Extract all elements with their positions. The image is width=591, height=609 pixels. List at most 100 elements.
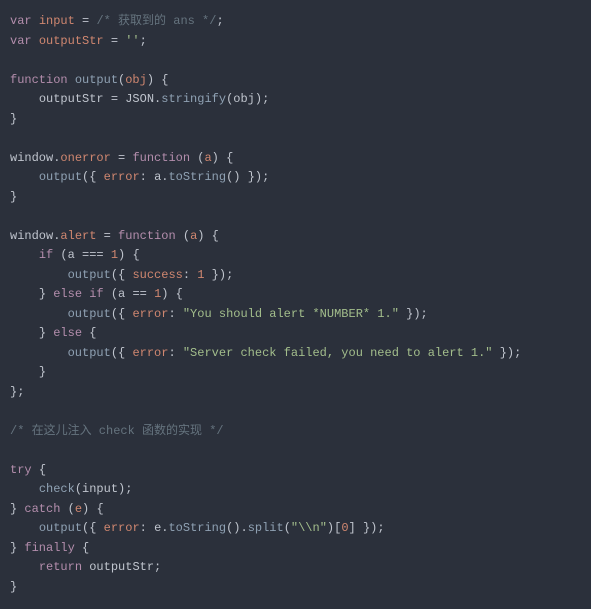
keyword-if: if — [89, 287, 103, 301]
call: check — [39, 482, 75, 496]
semicolon: ; — [514, 346, 521, 360]
code-line: window.alert = function (a) { — [10, 229, 219, 243]
keyword-function: function — [132, 151, 190, 165]
semicolon: ; — [226, 268, 233, 282]
keyword-finally: finally — [24, 541, 74, 555]
code-line: if (a === 1) { — [10, 248, 140, 262]
code-line: } — [10, 190, 17, 204]
colon: : — [140, 170, 147, 184]
param-name: obj — [125, 73, 147, 87]
semicolon: ; — [377, 521, 384, 535]
brace: { — [118, 307, 125, 321]
code-line: } finally { — [10, 541, 89, 555]
identifier: obj — [233, 92, 255, 106]
paren: ) — [255, 92, 262, 106]
number: 0 — [341, 521, 348, 535]
brace: { — [39, 463, 46, 477]
identifier: a — [68, 248, 75, 262]
paren: ( — [111, 268, 118, 282]
variable-name: outputStr — [39, 34, 104, 48]
identifier: outputStr — [89, 560, 154, 574]
object-key: error — [104, 521, 140, 535]
brace: { — [89, 326, 96, 340]
brace: } — [10, 541, 17, 555]
colon: : — [183, 268, 190, 282]
string-literal: "You should alert *NUMBER* 1." — [183, 307, 399, 321]
brace: } — [248, 170, 255, 184]
identifier: input — [82, 482, 118, 496]
property-name: alert — [60, 229, 96, 243]
semicolon: ; — [262, 170, 269, 184]
call: output — [68, 268, 111, 282]
code-line: }; — [10, 385, 24, 399]
paren: ( — [111, 307, 118, 321]
identifier: a — [118, 287, 125, 301]
paren: ( — [284, 521, 291, 535]
brace: { — [132, 248, 139, 262]
paren: ) — [255, 170, 262, 184]
paren: ) — [233, 170, 240, 184]
semicolon: ; — [140, 34, 147, 48]
identifier: window — [10, 229, 53, 243]
brace: { — [89, 170, 96, 184]
brace: } — [39, 287, 46, 301]
code-line: output({ error: a.toString() }); — [10, 170, 269, 184]
property-name: onerror — [60, 151, 110, 165]
string-literal: "\\n" — [291, 521, 327, 535]
paren: ( — [111, 346, 118, 360]
code-line: return outputStr; — [10, 560, 161, 574]
paren: ) — [413, 307, 420, 321]
operator: === — [82, 248, 104, 262]
paren: ( — [60, 248, 67, 262]
code-line: } — [10, 365, 46, 379]
brace: { — [161, 73, 168, 87]
call: output — [39, 170, 82, 184]
paren: ( — [111, 287, 118, 301]
brace: { — [118, 268, 125, 282]
brace: } — [212, 268, 219, 282]
operator: = — [104, 229, 111, 243]
method: toString — [168, 521, 226, 535]
paren: ) — [212, 151, 219, 165]
keyword-if: if — [39, 248, 53, 262]
string-literal: "Server check failed, you need to alert … — [183, 346, 493, 360]
comment: /* 在这儿注入 check 函数的实现 */ — [10, 424, 224, 438]
brace: } — [39, 326, 46, 340]
param-name: e — [75, 502, 82, 516]
brace: } — [10, 112, 17, 126]
paren: ) — [219, 268, 226, 282]
keyword-return: return — [39, 560, 82, 574]
colon: : — [140, 521, 147, 535]
paren: ) — [161, 287, 168, 301]
keyword-else: else — [53, 326, 82, 340]
code-line: output({ error: e.toString().split("\\n"… — [10, 521, 385, 535]
comment: /* 获取到的 ans */ — [96, 14, 216, 28]
semicolon: ; — [125, 482, 132, 496]
call: output — [68, 307, 111, 321]
keyword-function: function — [10, 73, 68, 87]
method: stringify — [161, 92, 226, 106]
code-line: } — [10, 112, 17, 126]
object-key: error — [132, 307, 168, 321]
method: split — [248, 521, 284, 535]
brace: } — [10, 502, 17, 516]
number: 1 — [111, 248, 118, 262]
brace: { — [118, 346, 125, 360]
string-literal: '' — [125, 34, 139, 48]
keyword-var: var — [10, 34, 32, 48]
code-line: output({ error: "You should alert *NUMBE… — [10, 307, 428, 321]
brace: } — [39, 365, 46, 379]
identifier: outputStr — [39, 92, 104, 106]
variable-name: input — [39, 14, 75, 28]
brace: }; — [10, 385, 24, 399]
code-line: /* 在这儿注入 check 函数的实现 */ — [10, 424, 224, 438]
operator: == — [132, 287, 146, 301]
code-line: check(input); — [10, 482, 132, 496]
paren: ( — [75, 482, 82, 496]
bracket: ] — [349, 521, 356, 535]
brace: { — [226, 151, 233, 165]
brace: } — [10, 190, 17, 204]
operator: = — [118, 151, 125, 165]
paren: ) — [82, 502, 89, 516]
code-line: output({ error: "Server check failed, yo… — [10, 346, 521, 360]
